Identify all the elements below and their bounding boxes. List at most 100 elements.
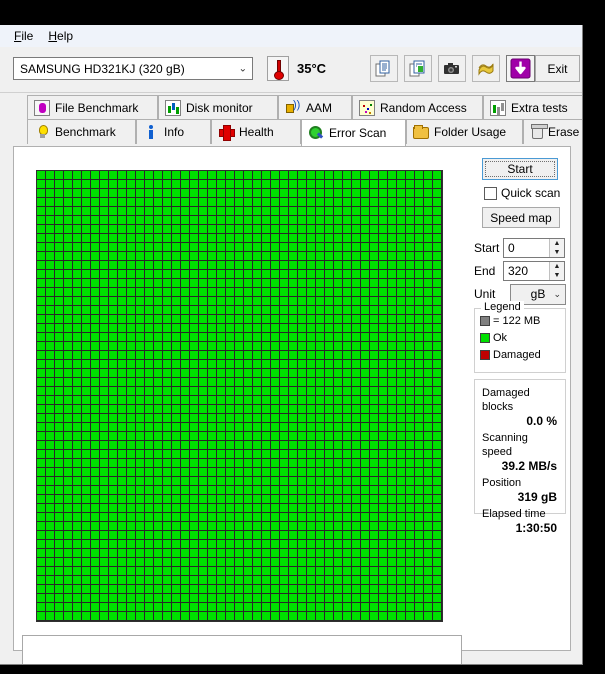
scan-block	[343, 369, 352, 378]
scan-block	[163, 405, 172, 414]
scan-block	[280, 549, 289, 558]
scan-block	[262, 513, 271, 522]
tab-aam[interactable]: AAM	[278, 95, 352, 120]
scan-block	[217, 540, 226, 549]
scan-block	[82, 216, 91, 225]
scan-block	[208, 513, 217, 522]
end-spinner-buttons[interactable]: ▲ ▼	[549, 262, 564, 280]
start-spinner-down-icon[interactable]: ▼	[550, 248, 564, 257]
tab-folder-usage[interactable]: Folder Usage	[406, 119, 523, 144]
scan-block	[388, 423, 397, 432]
screenshot-button[interactable]	[438, 55, 466, 82]
scan-block	[271, 243, 280, 252]
tab-random-access[interactable]: Random Access	[352, 95, 483, 120]
scan-block	[361, 279, 370, 288]
check-update-button[interactable]	[506, 55, 535, 82]
scan-block	[82, 540, 91, 549]
scan-block	[145, 558, 154, 567]
scan-block	[127, 180, 136, 189]
speed-map-button[interactable]: Speed map	[482, 207, 560, 228]
scan-block	[397, 567, 406, 576]
end-spinner-down-icon[interactable]: ▼	[550, 271, 564, 280]
scan-block	[433, 315, 442, 324]
scan-block	[298, 171, 307, 180]
scan-block	[325, 576, 334, 585]
scan-block	[244, 477, 253, 486]
scan-block	[379, 612, 388, 621]
scan-block	[433, 414, 442, 423]
scan-block	[199, 477, 208, 486]
scan-block	[388, 315, 397, 324]
scan-block	[217, 351, 226, 360]
scan-block	[82, 459, 91, 468]
tab-info[interactable]: Info	[136, 119, 211, 144]
scan-block	[208, 333, 217, 342]
end-spinner-up-icon[interactable]: ▲	[550, 262, 564, 271]
start-spinner-buttons[interactable]: ▲ ▼	[549, 239, 564, 257]
copy-text-button[interactable]	[370, 55, 398, 82]
scan-block	[199, 441, 208, 450]
end-spinner[interactable]: 320 ▲ ▼	[503, 261, 565, 281]
scan-block	[37, 216, 46, 225]
scan-block	[406, 252, 415, 261]
scan-block	[370, 198, 379, 207]
scan-block	[190, 513, 199, 522]
menu-file[interactable]: File	[10, 27, 44, 45]
start-spinner[interactable]: 0 ▲ ▼	[503, 238, 565, 258]
scan-block	[199, 324, 208, 333]
scan-block	[433, 297, 442, 306]
copy-image-button[interactable]	[404, 55, 432, 82]
quick-scan-checkbox-row[interactable]: Quick scan	[484, 186, 560, 200]
tab-health[interactable]: Health	[211, 119, 301, 144]
scan-block	[109, 378, 118, 387]
quick-scan-checkbox[interactable]	[484, 186, 497, 200]
scan-block	[388, 441, 397, 450]
scan-block	[307, 261, 316, 270]
tab-benchmark[interactable]: Benchmark	[27, 119, 136, 144]
scan-block	[91, 360, 100, 369]
menu-help[interactable]: Help	[44, 27, 84, 45]
disk-select-dropdown[interactable]: SAMSUNG HD321KJ (320 gB) ⌄	[13, 57, 253, 80]
scan-block	[334, 342, 343, 351]
tab-disk-monitor[interactable]: Disk monitor	[158, 95, 278, 120]
scan-block	[163, 504, 172, 513]
scan-block	[217, 189, 226, 198]
scan-block	[208, 216, 217, 225]
scan-block-grid[interactable]	[37, 171, 442, 621]
start-spinner-up-icon[interactable]: ▲	[550, 239, 564, 248]
scan-block	[280, 225, 289, 234]
scan-block	[55, 180, 64, 189]
scan-block	[37, 558, 46, 567]
scan-block	[199, 252, 208, 261]
scan-block	[145, 504, 154, 513]
scan-block	[217, 297, 226, 306]
scan-block	[361, 603, 370, 612]
scan-block	[163, 171, 172, 180]
scan-block	[37, 324, 46, 333]
scan-block	[82, 513, 91, 522]
tab-erase[interactable]: Erase	[523, 119, 582, 144]
start-scan-button[interactable]: Start	[482, 158, 558, 180]
scan-block	[271, 369, 280, 378]
donate-button[interactable]	[472, 55, 500, 82]
tab-file-benchmark[interactable]: File Benchmark	[27, 95, 158, 120]
scan-block	[172, 513, 181, 522]
scan-block	[226, 585, 235, 594]
scan-block	[316, 423, 325, 432]
scan-block	[388, 306, 397, 315]
scan-block	[379, 198, 388, 207]
scan-block	[334, 369, 343, 378]
tab-extra-tests[interactable]: Extra tests	[483, 95, 582, 120]
exit-button[interactable]: Exit	[535, 55, 580, 82]
scan-block	[271, 486, 280, 495]
scan-block	[433, 486, 442, 495]
scan-block	[253, 198, 262, 207]
scan-block	[271, 414, 280, 423]
scan-block	[118, 207, 127, 216]
scan-block	[388, 504, 397, 513]
scan-block	[37, 279, 46, 288]
tab-error-scan[interactable]: Error Scan	[301, 119, 406, 146]
scan-block	[145, 198, 154, 207]
scan-block	[253, 603, 262, 612]
log-textbox[interactable]	[22, 635, 462, 664]
